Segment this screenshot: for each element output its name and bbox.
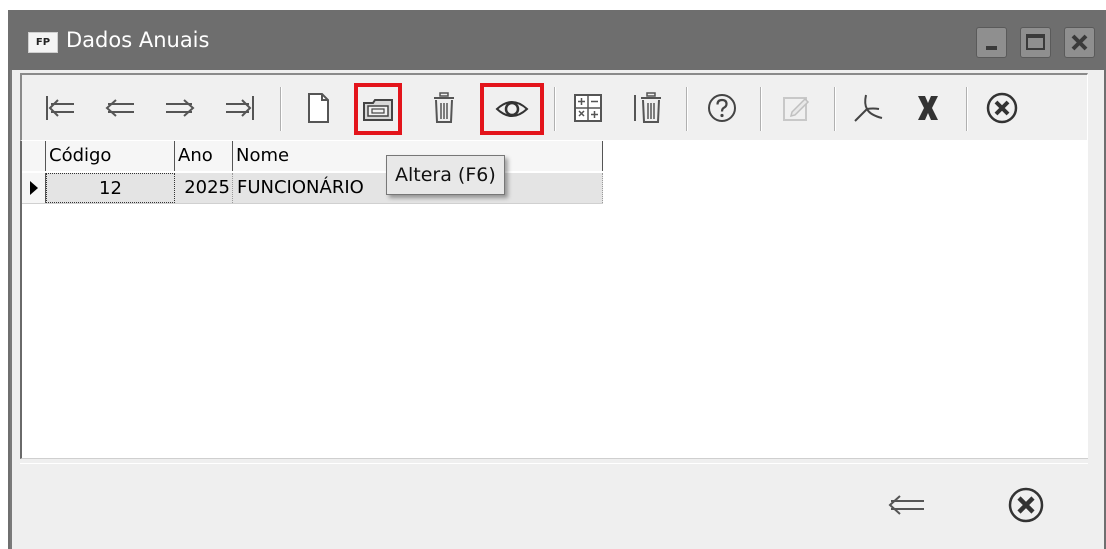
excel-export-button[interactable] (904, 85, 952, 131)
delete-record-button[interactable] (420, 85, 468, 131)
toolbar-separator (966, 87, 968, 131)
last-record-button[interactable] (216, 85, 264, 131)
column-header-ano[interactable]: Ano (175, 141, 233, 171)
toolbar (20, 73, 1088, 141)
close-icon (1071, 34, 1088, 51)
help-button[interactable] (698, 85, 746, 131)
right-arrow-icon (166, 99, 195, 117)
excel-x-icon (918, 96, 938, 120)
pdf-icon (854, 94, 883, 122)
footer-close-button[interactable] (1002, 482, 1050, 528)
close-circle-icon (1008, 487, 1044, 523)
delete-all-button[interactable] (624, 85, 672, 131)
next-record-button[interactable] (156, 85, 204, 131)
back-button[interactable] (882, 482, 930, 528)
footer-bar (20, 463, 1088, 544)
close-window-button[interactable] (1064, 27, 1095, 58)
view-record-button[interactable] (480, 83, 544, 135)
pdf-export-button[interactable] (844, 85, 892, 131)
first-record-button[interactable] (36, 85, 84, 131)
grid-header: Código Ano Nome (22, 141, 603, 175)
edit-record-button[interactable] (354, 83, 402, 135)
trash-icon (434, 92, 454, 123)
minimize-icon (986, 46, 997, 50)
window-title: Dados Anuais (66, 28, 210, 52)
last-arrow-icon (226, 96, 254, 120)
row-indicator (22, 173, 46, 203)
help-icon (708, 94, 736, 122)
first-arrow-icon (46, 96, 74, 120)
trash-bar-icon (634, 92, 661, 123)
minimize-button[interactable] (976, 27, 1007, 58)
window-border (10, 70, 12, 549)
calculator-button[interactable] (564, 85, 612, 131)
calculator-icon (574, 94, 602, 122)
close-circle-icon (986, 92, 1018, 124)
new-document-icon (308, 93, 329, 123)
eye-icon (495, 101, 529, 117)
maximize-button[interactable] (1020, 27, 1051, 58)
toolbar-separator (280, 87, 282, 131)
pencil-box-icon (783, 97, 810, 121)
app-icon: FP (28, 32, 58, 53)
toolbar-separator (834, 87, 836, 131)
edit-note-button[interactable] (772, 85, 820, 131)
toolbar-separator (686, 87, 688, 131)
cell-codigo[interactable]: 12 (46, 173, 175, 203)
maximize-icon (1026, 34, 1045, 50)
left-arrow-icon (105, 99, 134, 117)
previous-record-button[interactable] (96, 85, 144, 131)
toolbar-separator (760, 87, 762, 131)
new-record-button[interactable] (294, 85, 342, 131)
edit-folder-icon (363, 99, 393, 121)
cell-ano[interactable]: 2025 (175, 173, 233, 203)
table-row[interactable]: 12 2025 FUNCIONÁRIO (22, 173, 603, 204)
close-button[interactable] (978, 85, 1026, 131)
toolbar-separator (554, 87, 556, 131)
header-indicator-cell (22, 141, 46, 171)
tooltip: Altera (F6) (386, 155, 505, 195)
column-header-codigo[interactable]: Código (46, 141, 175, 171)
data-grid[interactable]: Código Ano Nome 12 2025 FUNCIONÁRIO (20, 141, 1088, 459)
title-bar[interactable]: FP Dados Anuais (10, 10, 1104, 70)
left-arrow-icon (888, 495, 924, 515)
row-pointer-icon (29, 181, 38, 195)
